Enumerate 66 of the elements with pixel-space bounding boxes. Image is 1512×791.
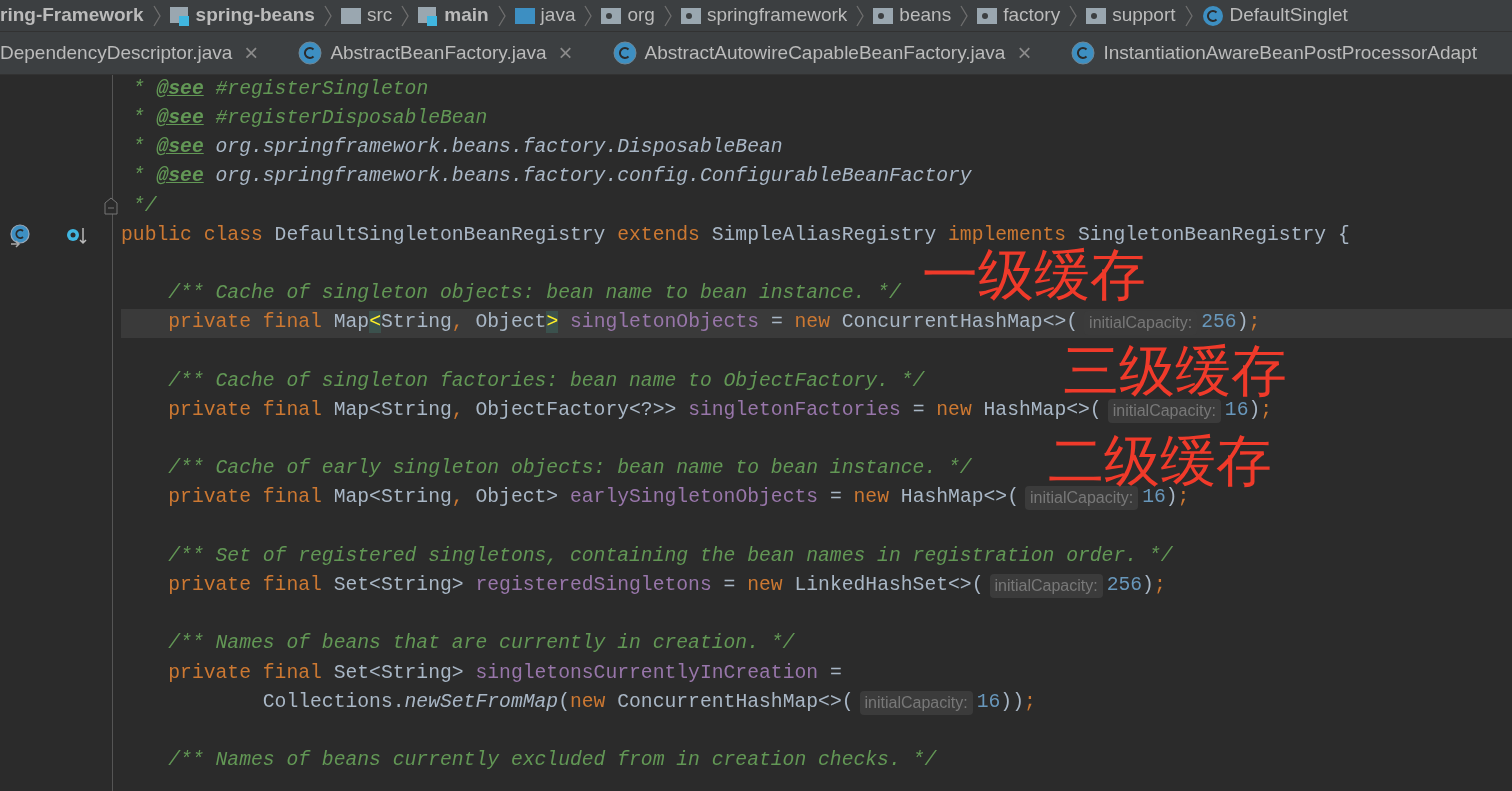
code-text: Collections.newSetFromMap(new ConcurrentHashMap<>( bbox=[261, 689, 854, 715]
chevron-icon bbox=[1183, 3, 1194, 28]
chevron-icon bbox=[322, 3, 333, 28]
class-icon bbox=[1201, 4, 1224, 27]
code-text: 16)); bbox=[976, 689, 1036, 715]
code-text: /** Cache of singleton objects: bean name to bean instance. */ bbox=[167, 281, 901, 307]
close-button[interactable]: × bbox=[1013, 41, 1036, 65]
editor-tab[interactable]: InstantiationAwareBeanPostProcessorAdapt bbox=[1071, 32, 1491, 74]
chevron-icon bbox=[496, 3, 507, 28]
breadcrumb-item[interactable]: factory bbox=[977, 1, 1061, 30]
breadcrumb-item[interactable]: src bbox=[340, 1, 393, 30]
class-icon[interactable] bbox=[9, 223, 31, 248]
breadcrumb-item[interactable]: support bbox=[1086, 1, 1176, 30]
code-text: private final Map<String, Object> singletonObjects = new ConcurrentHashMap<>( bbox=[167, 310, 1079, 336]
class-icon bbox=[1071, 41, 1096, 65]
breadcrumb-item[interactable]: DefaultSinglet bbox=[1201, 1, 1348, 30]
code-text: 16); bbox=[1224, 398, 1273, 423]
code-text: /** Cache of early singleton objects: bean name to bean instance. */ bbox=[167, 456, 972, 482]
breadcrumb-item[interactable]: springframework bbox=[680, 1, 848, 30]
parameter-hint: initialCapacity: bbox=[859, 690, 973, 715]
code-text: * @see #registerSingleton bbox=[131, 76, 429, 102]
code-text: * @see org.springframework.beans.factory.DisposableBean bbox=[131, 135, 783, 161]
code-text: * @see #registerDisposableBean bbox=[131, 106, 488, 131]
code-text: 256); bbox=[1201, 310, 1261, 336]
editor-tab[interactable]: AbstractAutowireCapableBeanFactory.java × bbox=[612, 32, 1050, 74]
class-icon bbox=[298, 41, 323, 65]
annotation-text: 一级缓存 bbox=[922, 247, 1146, 303]
breadcrumb-item[interactable]: java bbox=[514, 1, 576, 30]
close-button[interactable]: × bbox=[554, 41, 577, 65]
chevron-icon bbox=[855, 3, 866, 28]
parameter-hint: initialCapacity: bbox=[1024, 486, 1139, 511]
chevron-icon bbox=[959, 3, 970, 28]
chevron-icon bbox=[151, 3, 162, 28]
annotation-text: 三级缓存 bbox=[1063, 343, 1287, 399]
code-text: /** Names of beans currently excluded from in creation checks. */ bbox=[167, 748, 937, 774]
editor-tab[interactable]: DependencyDescriptor.java × bbox=[0, 32, 277, 74]
breadcrumb-item[interactable]: ring-Framework bbox=[0, 1, 144, 30]
chevron-icon bbox=[400, 3, 411, 28]
module-folder-icon bbox=[169, 4, 190, 27]
code-text: private final Set<String> singletonsCurrentlyInCreation = bbox=[167, 660, 842, 686]
code-text: private final Set<String> registeredSingletons = new LinkedHashSet<>( bbox=[167, 573, 984, 598]
override-icon[interactable] bbox=[66, 225, 88, 246]
editor-tab[interactable]: AbstractBeanFactory.java × bbox=[298, 32, 591, 74]
breadcrumb-item[interactable]: main bbox=[418, 1, 489, 30]
module-folder-icon bbox=[418, 4, 439, 27]
class-icon bbox=[612, 41, 637, 65]
code-text: 256); bbox=[1106, 573, 1166, 598]
code-text: * @see org.springframework.beans.factory.config.ConfigurableBeanFactory bbox=[131, 164, 972, 190]
code-text: private final Map<String, ObjectFactory<?>> singletonFactories = new HashMap<>( bbox=[167, 397, 1102, 423]
close-button[interactable]: × bbox=[240, 41, 263, 65]
code-text: public class DefaultSingletonBeanRegistry extends SimpleAliasRegistry implements SingletonBeanRegistry { bbox=[121, 222, 1350, 247]
code-text: 16); bbox=[1142, 486, 1190, 511]
code-text: /** Cache of singleton factories: bean name to ObjectFactory. */ bbox=[167, 368, 925, 394]
chevron-icon bbox=[662, 3, 673, 28]
code-text: */ bbox=[131, 193, 157, 219]
breadcrumb-item[interactable]: org bbox=[601, 1, 655, 30]
chevron-icon bbox=[583, 3, 594, 28]
code-text: /** Set of registered singletons, containing the bean names in registration order. */ bbox=[167, 543, 1173, 569]
breadcrumb-item[interactable]: beans bbox=[873, 1, 952, 30]
breadcrumb-item[interactable]: spring-beans bbox=[169, 1, 315, 30]
parameter-hint: initialCapacity: bbox=[989, 573, 1103, 598]
chevron-icon bbox=[1068, 3, 1079, 28]
code-text: /** Names of beans that are currently in creation. */ bbox=[167, 631, 795, 657]
code-text: private final Map<String, Object> earlySingletonObjects = new HashMap<>( bbox=[167, 485, 1019, 511]
parameter-hint: initialCapacity: bbox=[1107, 398, 1221, 423]
fold-marker-icon[interactable] bbox=[104, 197, 118, 216]
